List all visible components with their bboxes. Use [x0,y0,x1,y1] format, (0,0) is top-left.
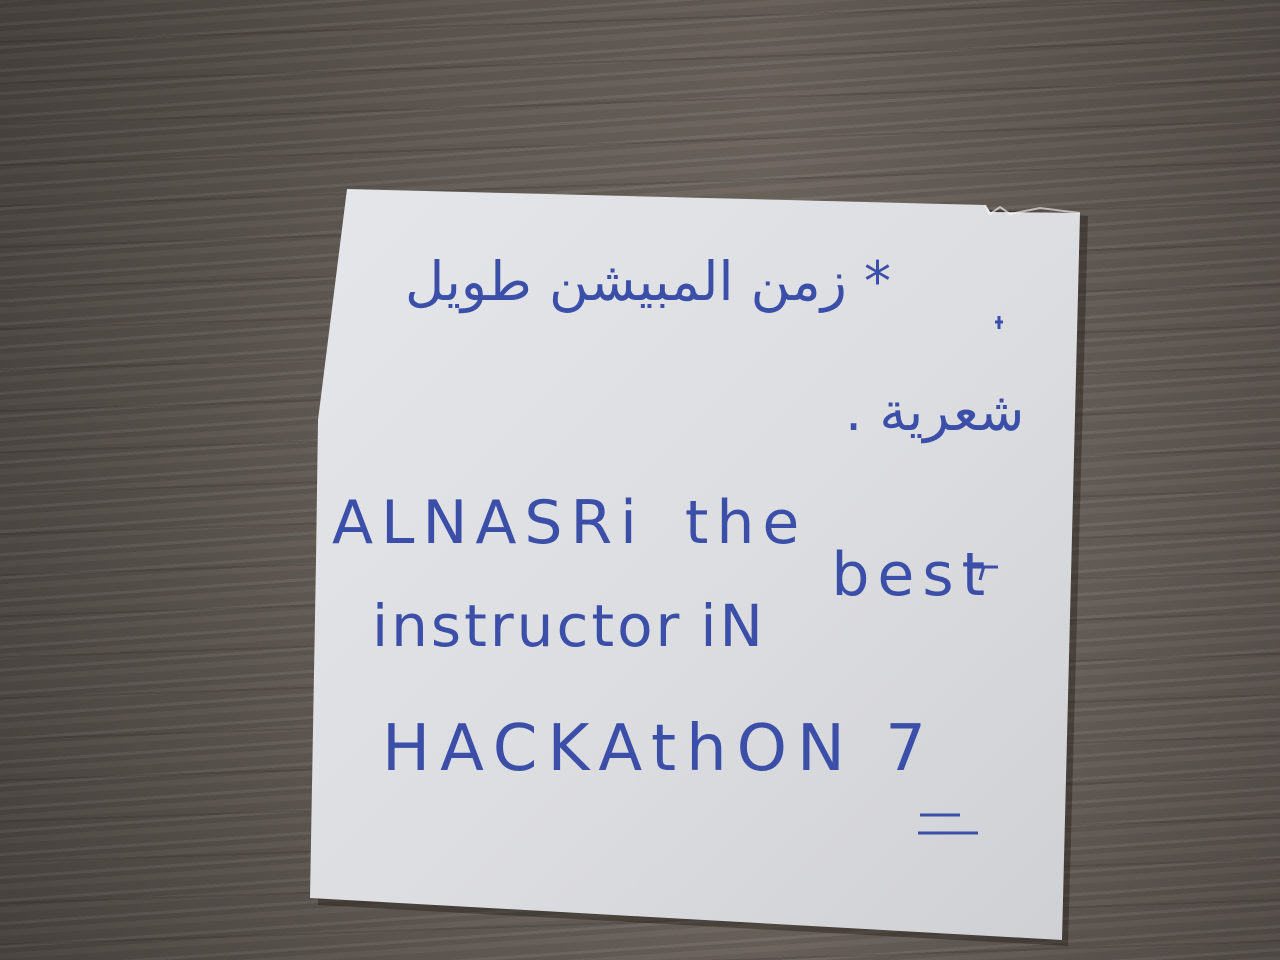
handwritten-line-1: ALNASRi thebest [332,488,993,610]
word-in: iN [700,592,766,660]
word-best: best [831,540,994,610]
paper-note [310,189,1088,946]
arabic-text-line-2: شعرية . [845,380,1025,443]
word-instructor: instructor [372,592,683,660]
handwritten-line-3: HACKAthON 7 [382,712,936,786]
handwritten-line-2: instructor iN [372,592,766,660]
word-alnasri: ALNASRi [332,488,645,558]
word-the: the [684,488,808,558]
arabic-text-line-1: * زمن المبيشن طويل [405,250,891,313]
